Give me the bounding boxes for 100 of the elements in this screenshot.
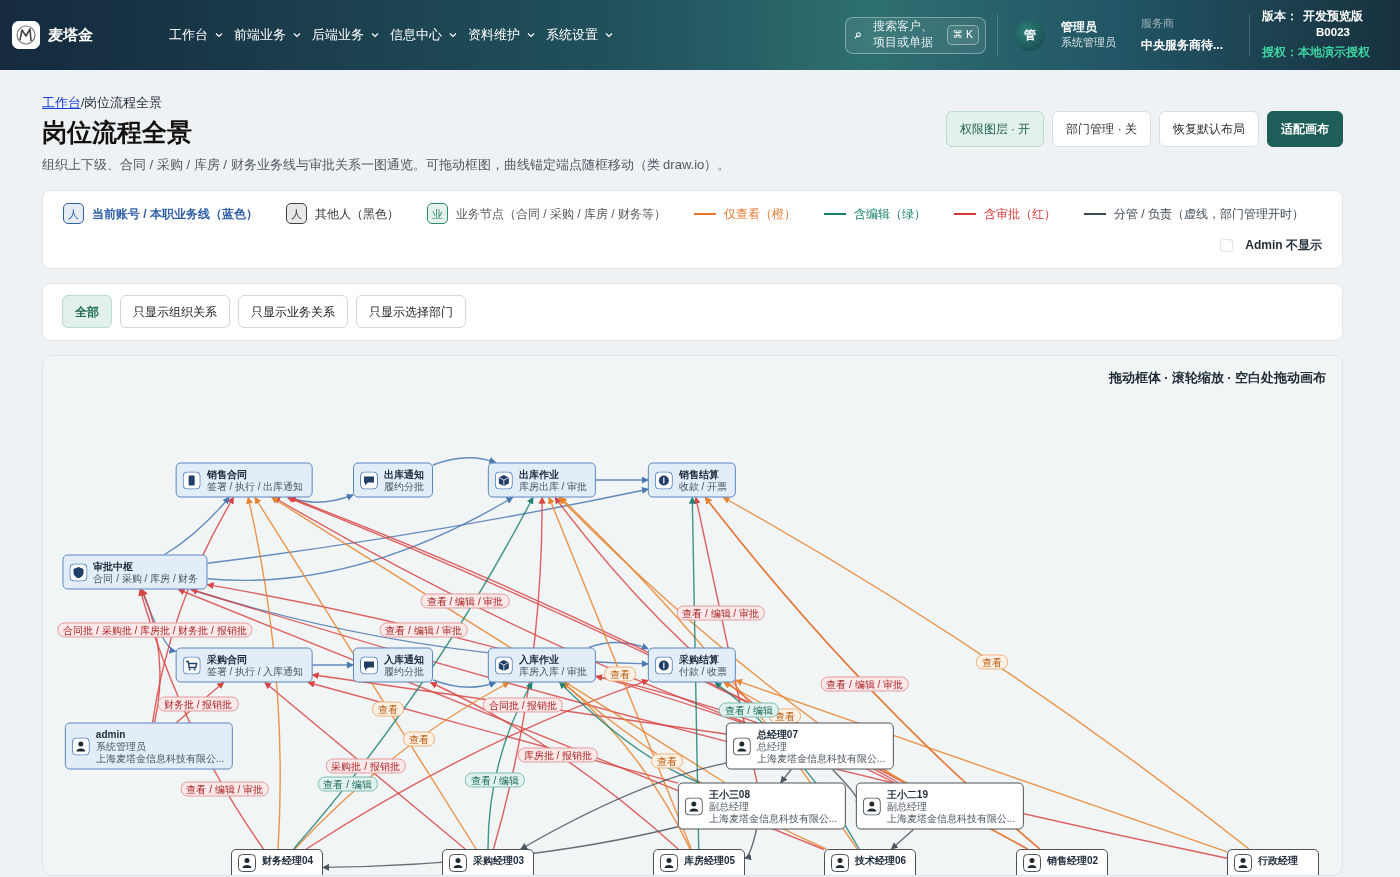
permission-label: 查看 / 编辑 xyxy=(464,772,526,788)
coin-icon xyxy=(654,656,673,675)
node-subtitle: 副总经理 xyxy=(886,800,928,813)
person-node[interactable]: 技术经理06 xyxy=(824,849,916,876)
action-button[interactable]: 部门管理 · 关 xyxy=(1052,111,1151,147)
permission-label: 查看 / 编辑 / 审批 xyxy=(180,781,270,797)
process-node[interactable]: 出库作业 库房出库 / 审批 xyxy=(487,462,597,498)
breadcrumb-separator: / xyxy=(81,96,85,110)
filter-button[interactable]: 只显示业务关系 xyxy=(238,295,348,329)
permission-label: 合同批 / 采购批 / 库房批 / 财务批 / 报销批 xyxy=(57,622,253,638)
action-button[interactable]: 恢复默认布局 xyxy=(1159,111,1259,147)
node-subtitle: 签署 / 执行 / 入库通知 xyxy=(206,665,304,678)
user-role: 系统管理员 xyxy=(1061,35,1116,50)
nav-menu[interactable]: 信息中心 xyxy=(390,25,457,45)
node-title: 采购经理03 xyxy=(473,854,525,868)
connector-arrow xyxy=(595,476,649,484)
chevron-down-icon xyxy=(605,32,613,38)
person-icon xyxy=(831,854,849,873)
process-node[interactable]: 销售结算 收款 / 开票 xyxy=(647,462,737,498)
process-node[interactable]: 出库通知 履约分批 xyxy=(353,462,433,498)
search-icon xyxy=(854,30,862,40)
person-icon xyxy=(660,854,678,873)
node-title: 采购结算 xyxy=(678,652,720,666)
node-subtitle: 副总经理 xyxy=(708,800,750,813)
node-title: 行政经理 xyxy=(1258,854,1298,868)
node-title: 技术经理06 xyxy=(855,854,907,868)
person-node[interactable]: admin 系统管理员 上海麦塔金信息科技有限公... xyxy=(64,722,234,770)
action-button[interactable]: 权限图层 · 开 xyxy=(945,111,1045,147)
box-icon xyxy=(494,656,513,675)
person-node[interactable]: 采购经理03 xyxy=(442,849,534,876)
license-value: 本地演示授权 xyxy=(1298,44,1370,61)
person-icon xyxy=(71,737,90,756)
process-node[interactable]: 采购结算 付款 / 收票 xyxy=(647,647,737,683)
user-avatar[interactable]: 管 xyxy=(1014,19,1045,51)
process-node[interactable]: 采购合同 签署 / 执行 / 入库通知 xyxy=(175,647,313,683)
action-button[interactable]: 适配画布 xyxy=(1267,111,1343,147)
checkbox-label: Admin 不显示 xyxy=(1245,237,1322,255)
version-label: 版本： xyxy=(1262,9,1298,25)
breadcrumb-link[interactable]: 工作台 xyxy=(42,96,81,110)
nav-menu[interactable]: 资料维护 xyxy=(468,25,535,45)
person-node[interactable]: 王小三08 副总经理 上海麦塔金信息科技有限公... xyxy=(677,782,847,830)
search-field[interactable]: 搜索客户、项目或单据 ⌘ K xyxy=(845,16,986,54)
node-title: 库房经理05 xyxy=(684,854,736,868)
canvas-background[interactable] xyxy=(42,355,1343,877)
person-icon xyxy=(732,737,751,756)
legend-label: 其他人（黑色） xyxy=(315,205,399,223)
legend-label: 含审批（红） xyxy=(984,205,1057,223)
person-node[interactable]: 财务经理04 xyxy=(231,849,323,876)
breadcrumb-current: 岗位流程全景 xyxy=(84,96,163,110)
nav-menu[interactable]: 工作台 xyxy=(169,25,223,45)
nav-menu[interactable]: 前端业务 xyxy=(234,25,301,45)
node-subtitle: 上海麦塔金信息科技有限公... xyxy=(708,812,838,825)
person-node[interactable]: 库房经理05 xyxy=(653,849,745,876)
permission-label: 查看 / 编辑 / 审批 xyxy=(676,605,765,621)
permission-label: 查看 xyxy=(604,666,637,682)
node-subtitle: 系统管理员 xyxy=(95,740,147,753)
node-title: 王小三08 xyxy=(708,787,751,801)
provider-name: 中央服务商待... xyxy=(1141,36,1224,54)
node-title: admin xyxy=(95,727,127,741)
cart-icon xyxy=(182,656,201,675)
permission-label: 查看 / 编辑 / 审批 xyxy=(820,676,909,692)
node-subtitle: 总经理 xyxy=(756,740,788,753)
process-node[interactable]: 审批中枢 合同 / 采购 / 库房 / 财务 xyxy=(62,554,208,590)
person-node[interactable]: 销售经理02 xyxy=(1016,849,1108,876)
node-title: 入库作业 xyxy=(518,652,560,666)
node-title: 入库通知 xyxy=(384,652,424,666)
filter-button[interactable]: 只显示选择部门 xyxy=(356,295,466,329)
filter-button[interactable]: 只显示组织关系 xyxy=(120,295,230,329)
permission-label: 查看 / 编辑 / 审批 xyxy=(379,622,468,638)
node-subtitle: 签署 / 执行 / 出库通知 xyxy=(206,480,304,493)
person-node[interactable]: 行政经理 xyxy=(1227,849,1319,876)
process-node[interactable]: 入库作业 库房入库 / 审批 xyxy=(487,647,597,683)
legend-chip: 业 xyxy=(427,203,448,225)
process-node[interactable]: 入库通知 履约分批 xyxy=(353,647,433,683)
node-title: 财务经理04 xyxy=(262,854,314,868)
node-subtitle: 合同 / 采购 / 库房 / 财务 xyxy=(93,572,199,585)
chat-icon xyxy=(360,471,378,490)
person-node[interactable]: 总经理07 总经理 上海麦塔金信息科技有限公... xyxy=(725,722,895,770)
canvas-hint: 拖动框体 · 滚轮缩放 · 空白处拖动画布 xyxy=(1108,370,1326,388)
nav-menu[interactable]: 系统设置 xyxy=(546,25,613,45)
node-subtitle: 库房出库 / 审批 xyxy=(518,480,588,493)
legend-label: 当前账号 / 本职业务线（蓝色） xyxy=(92,205,258,223)
nav-menu[interactable]: 后端业务 xyxy=(312,25,379,45)
version-value: 开发预览版 B0023 xyxy=(1302,9,1364,41)
node-title: 销售经理02 xyxy=(1047,854,1099,868)
person-node[interactable]: 王小二19 副总经理 上海麦塔金信息科技有限公... xyxy=(855,782,1025,830)
legend-label: 分管 / 负责（虚线，部门管理开时） xyxy=(1114,205,1305,223)
node-title: 出库通知 xyxy=(384,467,424,481)
page-description: 组织上下级、合同 / 采购 / 库房 / 财务业务线与审批关系一图通览。可拖动框图，曲线锚定端点随框移动（类 draw.io）。 xyxy=(42,155,731,174)
checkbox[interactable] xyxy=(1220,238,1234,252)
process-node[interactable]: 销售合同 签署 / 执行 / 出库通知 xyxy=(175,462,313,498)
person-icon xyxy=(449,854,467,873)
permission-label: 采购批 / 报销批 xyxy=(325,758,406,774)
logo-icon xyxy=(12,21,40,49)
node-subtitle: 收款 / 开票 xyxy=(678,480,728,493)
node-title: 审批中枢 xyxy=(93,559,135,573)
filter-button[interactable]: 全部 xyxy=(62,295,112,329)
person-icon xyxy=(238,854,256,873)
node-title: 总经理07 xyxy=(756,727,799,741)
person-icon xyxy=(1023,854,1041,873)
